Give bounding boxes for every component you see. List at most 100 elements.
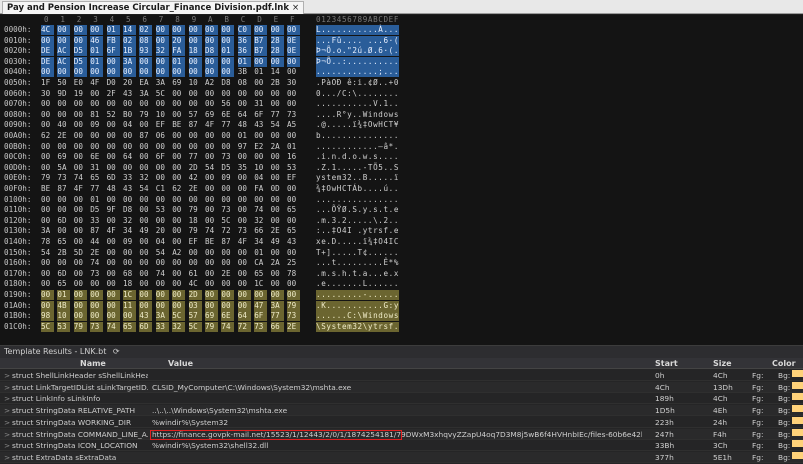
hex-byte[interactable]: 32	[172, 321, 186, 332]
hex-ascii[interactable]: .PàOÐ ê:i.¢Ø..+0	[316, 78, 399, 88]
hex-byte[interactable]: 08	[139, 35, 153, 46]
hex-byte[interactable]: 00	[156, 173, 169, 183]
hex-byte[interactable]: 74	[90, 258, 103, 268]
hex-byte[interactable]: 6F	[156, 152, 169, 162]
hex-byte[interactable]: EF	[156, 120, 169, 130]
hex-byte[interactable]: BE	[41, 184, 54, 194]
hex-byte[interactable]: 00	[271, 163, 284, 173]
hex-byte[interactable]: 9D	[57, 89, 70, 99]
hex-byte[interactable]: 74	[205, 226, 218, 236]
color-swatch[interactable]	[792, 440, 803, 448]
hex-byte[interactable]: 00	[205, 195, 218, 205]
hex-byte[interactable]: 00	[271, 279, 284, 289]
hex-ascii[interactable]: .........-......	[316, 290, 400, 300]
hex-byte[interactable]: 00	[271, 131, 284, 141]
hex-byte[interactable]: 00	[155, 67, 169, 78]
hex-byte[interactable]: 00	[238, 269, 251, 279]
hex-byte[interactable]: 01	[238, 131, 251, 141]
hex-byte[interactable]: 87	[221, 237, 234, 247]
hex-byte[interactable]: 62	[41, 131, 54, 141]
hex-byte[interactable]: 2B	[271, 78, 284, 88]
hex-byte[interactable]: 09	[90, 120, 103, 130]
hex-byte[interactable]: 5C	[172, 311, 186, 322]
hex-byte[interactable]: 01	[172, 56, 186, 67]
hex-byte[interactable]: 2E	[271, 226, 284, 236]
hex-byte[interactable]: 00	[139, 56, 153, 67]
hex-byte[interactable]: 20	[172, 35, 186, 46]
hex-byte[interactable]: 00	[205, 269, 218, 279]
hex-byte[interactable]: 00	[107, 99, 120, 109]
hex-byte[interactable]: 00	[172, 67, 186, 78]
hex-byte[interactable]: 79	[73, 321, 87, 332]
hex-byte[interactable]: 00	[254, 195, 267, 205]
hex-byte[interactable]: 93	[139, 46, 153, 57]
hex-byte[interactable]: 00	[205, 152, 218, 162]
hex-byte[interactable]: 00	[139, 99, 152, 109]
hex-byte[interactable]: 18	[188, 46, 202, 57]
hex-byte[interactable]: 00	[287, 248, 300, 258]
hex-byte[interactable]: 00	[90, 300, 104, 311]
hex-byte[interactable]: 00	[139, 67, 153, 78]
hex-byte[interactable]: 54	[156, 248, 169, 258]
hex-byte[interactable]: B7	[254, 46, 268, 57]
hex-byte[interactable]: 74	[74, 173, 87, 183]
hex-byte[interactable]: 1C	[254, 279, 267, 289]
hex-byte[interactable]: 00	[189, 248, 202, 258]
hex-byte[interactable]: 56	[221, 99, 234, 109]
color-swatch[interactable]	[792, 451, 803, 459]
hex-byte[interactable]: 32	[123, 216, 136, 226]
hex-byte[interactable]: 34	[254, 237, 267, 247]
hex-byte[interactable]: 00	[139, 248, 152, 258]
hex-ascii[interactable]: L...........À...	[316, 25, 400, 35]
hex-byte[interactable]: 87	[90, 226, 103, 236]
hex-byte[interactable]: 48	[107, 184, 120, 194]
hex-ascii[interactable]: ystem32..B.....ï	[316, 173, 399, 183]
hex-byte[interactable]: 00	[287, 25, 300, 35]
hex-byte[interactable]: 00	[74, 216, 87, 226]
hex-byte[interactable]: 00	[123, 99, 136, 109]
hex-byte[interactable]: D5	[90, 205, 103, 215]
hex-byte[interactable]: 20	[156, 226, 169, 236]
hex-ascii[interactable]: .e.......L......	[316, 279, 399, 289]
hex-byte[interactable]: 1B	[123, 46, 136, 57]
refresh-icon[interactable]: ⟳	[113, 347, 120, 356]
hex-byte[interactable]: 00	[237, 300, 251, 311]
hex-byte[interactable]: 64	[123, 152, 136, 162]
hex-byte[interactable]: 00	[107, 237, 120, 247]
hex-byte[interactable]: C1	[156, 184, 169, 194]
hex-byte[interactable]: 50	[57, 78, 70, 88]
hex-byte[interactable]: 01	[106, 25, 120, 35]
hex-byte[interactable]: 00	[41, 205, 54, 215]
hex-byte[interactable]: 00	[172, 163, 185, 173]
hex-byte[interactable]: 66	[254, 226, 267, 236]
color-swatch[interactable]	[792, 393, 803, 401]
hex-byte[interactable]: 74	[156, 269, 169, 279]
hex-ascii[interactable]: ....R°y..Windows	[316, 110, 399, 120]
hex-byte[interactable]: 00	[107, 152, 120, 162]
hex-byte[interactable]: 28	[270, 35, 284, 46]
hex-byte[interactable]: 65	[287, 226, 300, 236]
hex-byte[interactable]: 00	[205, 131, 218, 141]
hex-byte[interactable]: 00	[172, 216, 185, 226]
hex-ascii[interactable]: 0.../C:\........	[316, 89, 399, 99]
hex-byte[interactable]: 00	[205, 258, 218, 268]
hex-byte[interactable]: D0	[107, 78, 120, 88]
hex-byte[interactable]: 3A	[41, 226, 54, 236]
hex-byte[interactable]: EA	[139, 78, 152, 88]
color-swatch[interactable]	[792, 428, 803, 436]
hex-byte[interactable]: 00	[90, 131, 103, 141]
hex-byte[interactable]: 00	[57, 226, 70, 236]
hex-byte[interactable]: 00	[287, 89, 300, 99]
hex-byte[interactable]: 57	[189, 110, 202, 120]
template-row[interactable]: > struct StringData COMMAND_LINE_A... http…	[0, 428, 803, 440]
hex-byte[interactable]: 00	[205, 290, 218, 300]
hex-byte[interactable]: 69	[205, 110, 218, 120]
hex-byte[interactable]: 00	[172, 142, 185, 152]
hex-byte[interactable]: D8	[221, 78, 234, 88]
hex-byte[interactable]: 2A	[271, 142, 284, 152]
hex-byte[interactable]: 52	[107, 110, 120, 120]
hex-byte[interactable]: 00	[57, 142, 70, 152]
hex-byte[interactable]: 00	[123, 131, 136, 141]
hex-byte[interactable]: 36	[237, 35, 251, 46]
hex-byte[interactable]: 00	[41, 216, 54, 226]
